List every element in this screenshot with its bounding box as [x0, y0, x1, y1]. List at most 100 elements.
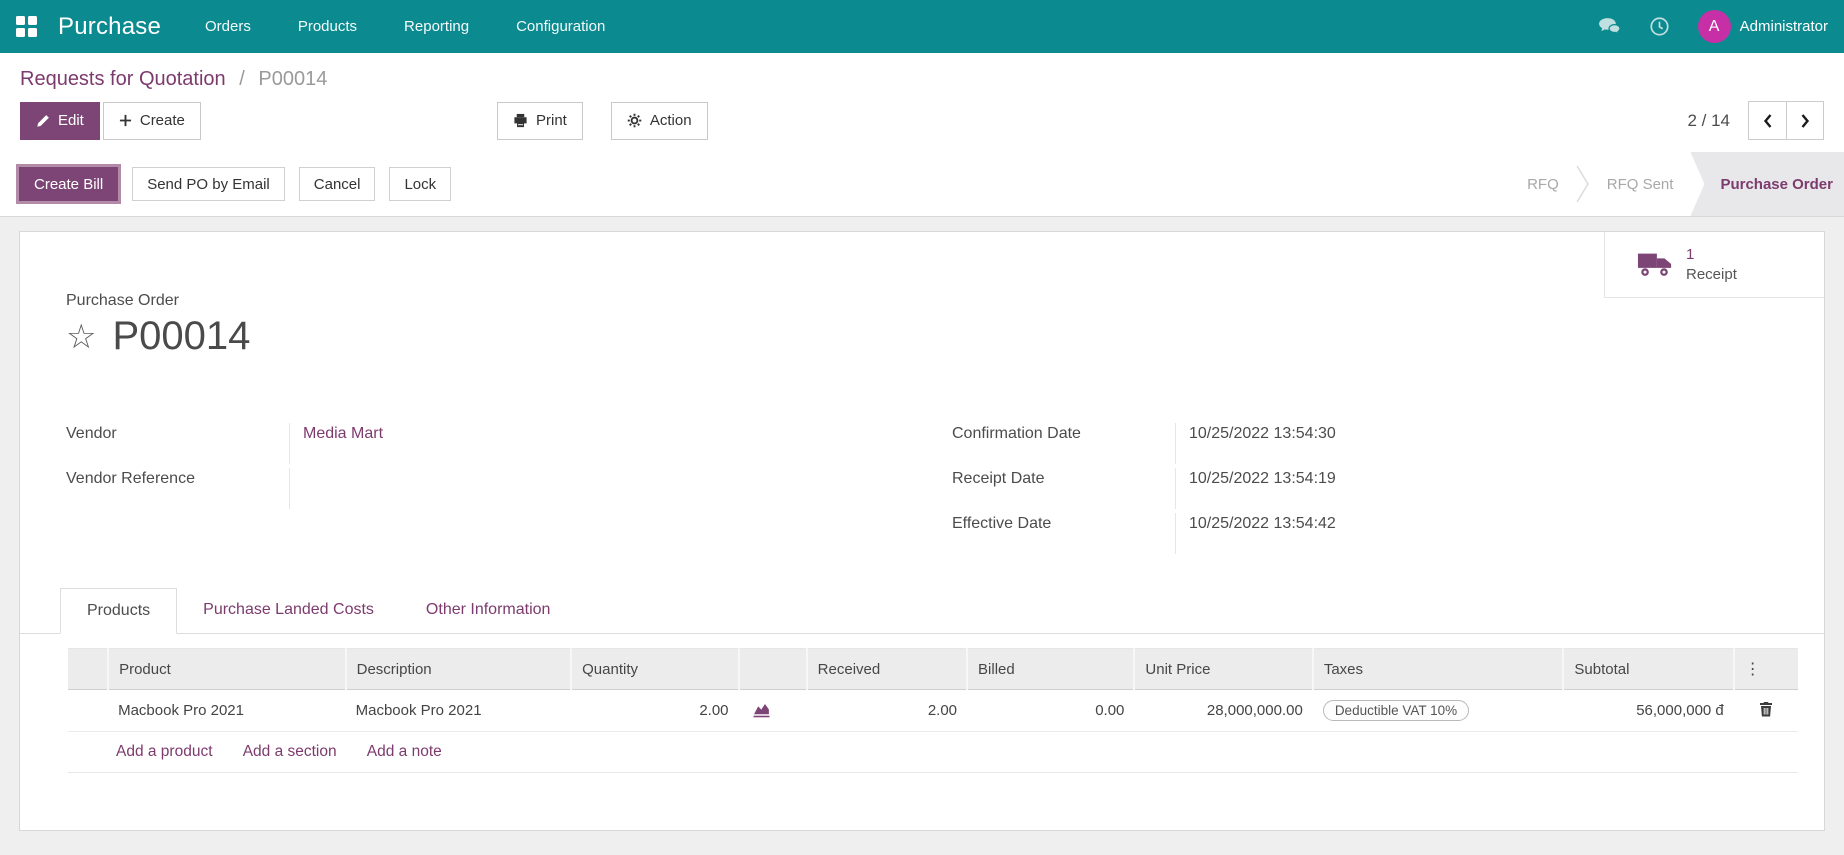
record-title: P00014 — [112, 314, 251, 358]
favorite-star-icon[interactable]: ☆ — [66, 320, 96, 354]
receipt-stat-button[interactable]: 1 Receipt — [1604, 232, 1824, 298]
vendor-label: Vendor — [66, 425, 117, 442]
effective-date-label: Effective Date — [952, 515, 1052, 532]
user-avatar: A — [1697, 10, 1731, 43]
table-header-row: Product Description Quantity Received Bi… — [68, 648, 1798, 690]
billed-column-header[interactable]: Billed — [967, 648, 1136, 690]
create-bill-button[interactable]: Create Bill — [19, 167, 119, 201]
received-cell[interactable]: 2.00 — [806, 689, 968, 732]
plus-icon — [119, 114, 132, 127]
navbar-right: A Administrator — [1598, 10, 1828, 43]
pager-previous-button[interactable] — [1749, 102, 1786, 139]
table-footer-row: Add a product Add a section Add a note — [68, 731, 1798, 773]
breadcrumb: Requests for Quotation / P00014 — [0, 53, 1844, 93]
lock-button[interactable]: Lock — [389, 167, 452, 201]
tab-purchase-landed-costs[interactable]: Purchase Landed Costs — [177, 588, 400, 633]
state-rfq[interactable]: RFQ — [1510, 152, 1576, 216]
edit-button[interactable]: Edit — [20, 101, 100, 140]
edit-button-label: Edit — [58, 112, 84, 129]
nav-menus: Orders Products Reporting Configuration — [205, 18, 605, 35]
record-type-label: Purchase Order — [66, 292, 179, 309]
field-confirmation-date: Confirmation Date 10/25/2022 13:54:30 — [952, 423, 1778, 468]
field-group-right: Confirmation Date 10/25/2022 13:54:30 Re… — [952, 423, 1778, 558]
breadcrumb-current: P00014 — [258, 68, 328, 90]
vendor-reference-label: Vendor Reference — [66, 470, 195, 487]
gear-icon — [627, 113, 642, 128]
chevron-separator-icon — [1576, 152, 1590, 216]
nav-item-products[interactable]: Products — [298, 18, 357, 35]
nav-item-configuration[interactable]: Configuration — [516, 18, 605, 35]
breadcrumb-parent[interactable]: Requests for Quotation — [20, 68, 226, 90]
taxes-column-header[interactable]: Taxes — [1312, 648, 1565, 690]
print-button[interactable]: Print — [497, 101, 583, 140]
unit-price-cell[interactable]: 28,000,000.00 — [1134, 689, 1313, 732]
nav-item-orders[interactable]: Orders — [205, 18, 251, 35]
receipt-stat-text: 1 Receipt — [1686, 245, 1737, 284]
action-button-label: Action — [649, 112, 692, 129]
user-menu[interactable]: A Administrator — [1697, 10, 1828, 43]
add-a-product-link[interactable]: Add a product — [116, 743, 213, 760]
pencil-icon — [36, 114, 50, 128]
tab-other-information[interactable]: Other Information — [400, 588, 577, 633]
delete-line-button[interactable] — [1733, 689, 1798, 732]
billed-cell[interactable]: 0.00 — [967, 689, 1135, 732]
drag-handle-cell — [68, 689, 109, 732]
field-vendor-reference: Vendor Reference — [66, 468, 892, 513]
form-view: 1 Receipt Purchase Order ☆ P00014 Vendor… — [0, 217, 1844, 855]
subtotal-cell: 56,000,000 đ — [1563, 689, 1734, 732]
subtotal-column-header[interactable]: Subtotal — [1563, 648, 1735, 690]
truck-icon — [1637, 251, 1673, 278]
chat-bubbles-icon[interactable] — [1598, 15, 1622, 39]
received-column-header[interactable]: Received — [806, 648, 969, 690]
quantity-column-header[interactable]: Quantity — [571, 648, 740, 690]
order-lines-table: Product Description Quantity Received Bi… — [68, 648, 1798, 773]
add-a-section-link[interactable]: Add a section — [243, 743, 337, 760]
forecast-column-header — [738, 648, 808, 690]
pager-next-button[interactable] — [1786, 102, 1823, 139]
vendor-reference-value[interactable] — [289, 468, 892, 509]
chevron-left-icon — [1762, 113, 1773, 129]
title-block: Purchase Order ☆ P00014 — [20, 232, 1824, 359]
product-cell[interactable]: Macbook Pro 2021 — [108, 689, 346, 732]
description-cell[interactable]: Macbook Pro 2021 — [345, 689, 572, 732]
receipt-date-value[interactable]: 10/25/2022 13:54:19 — [1175, 468, 1778, 509]
status-widget: RFQ RFQ Sent Purchase Order — [1510, 152, 1844, 216]
state-rfq-sent[interactable]: RFQ Sent — [1590, 152, 1691, 216]
confirmation-date-label: Confirmation Date — [952, 425, 1081, 442]
optional-columns-icon[interactable]: ⋮ — [1733, 648, 1798, 690]
action-buttons: Print Action — [497, 101, 708, 140]
vendor-value[interactable]: Media Mart — [289, 423, 892, 464]
forecast-chart-icon[interactable] — [738, 689, 807, 732]
action-button[interactable]: Action — [610, 101, 708, 140]
state-purchase-order[interactable]: Purchase Order — [1690, 152, 1844, 216]
add-a-note-link[interactable]: Add a note — [367, 743, 442, 760]
create-button[interactable]: Create — [102, 101, 201, 140]
field-group-left: Vendor Media Mart Vendor Reference — [66, 423, 892, 558]
cancel-button[interactable]: Cancel — [298, 167, 376, 201]
effective-date-value[interactable]: 10/25/2022 13:54:42 — [1175, 513, 1778, 554]
field-effective-date: Effective Date 10/25/2022 13:54:42 — [952, 513, 1778, 558]
activities-clock-icon[interactable] — [1648, 15, 1672, 39]
nav-item-reporting[interactable]: Reporting — [404, 18, 469, 35]
pager-value: 2 / 14 — [1687, 110, 1730, 130]
tax-badge[interactable]: Deductible VAT 10% — [1322, 700, 1470, 721]
create-button-label: Create — [139, 112, 185, 129]
confirmation-date-value[interactable]: 10/25/2022 13:54:30 — [1175, 423, 1778, 464]
tab-products[interactable]: Products — [60, 588, 178, 634]
statusbar-buttons: Create Bill Send PO by Email Cancel Lock — [16, 152, 452, 216]
unit-price-column-header[interactable]: Unit Price — [1134, 648, 1314, 690]
order-line-row[interactable]: Macbook Pro 2021 Macbook Pro 2021 2.00 2… — [68, 689, 1798, 732]
app-title[interactable]: Purchase — [58, 13, 161, 41]
apps-menu-icon[interactable] — [16, 15, 38, 38]
form-sheet: 1 Receipt Purchase Order ☆ P00014 Vendor… — [19, 231, 1825, 831]
product-column-header[interactable]: Product — [108, 648, 347, 690]
receipt-count: 1 — [1686, 246, 1695, 263]
field-groups: Vendor Media Mart Vendor Reference Confi… — [66, 423, 1778, 558]
quantity-cell[interactable]: 2.00 — [571, 689, 739, 732]
pager-buttons — [1748, 101, 1824, 140]
handle-column-header — [68, 648, 110, 690]
send-po-by-email-button[interactable]: Send PO by Email — [132, 167, 285, 201]
taxes-cell[interactable]: Deductible VAT 10% — [1312, 689, 1564, 732]
pager: 2 / 14 — [1687, 101, 1824, 140]
description-column-header[interactable]: Description — [345, 648, 573, 690]
